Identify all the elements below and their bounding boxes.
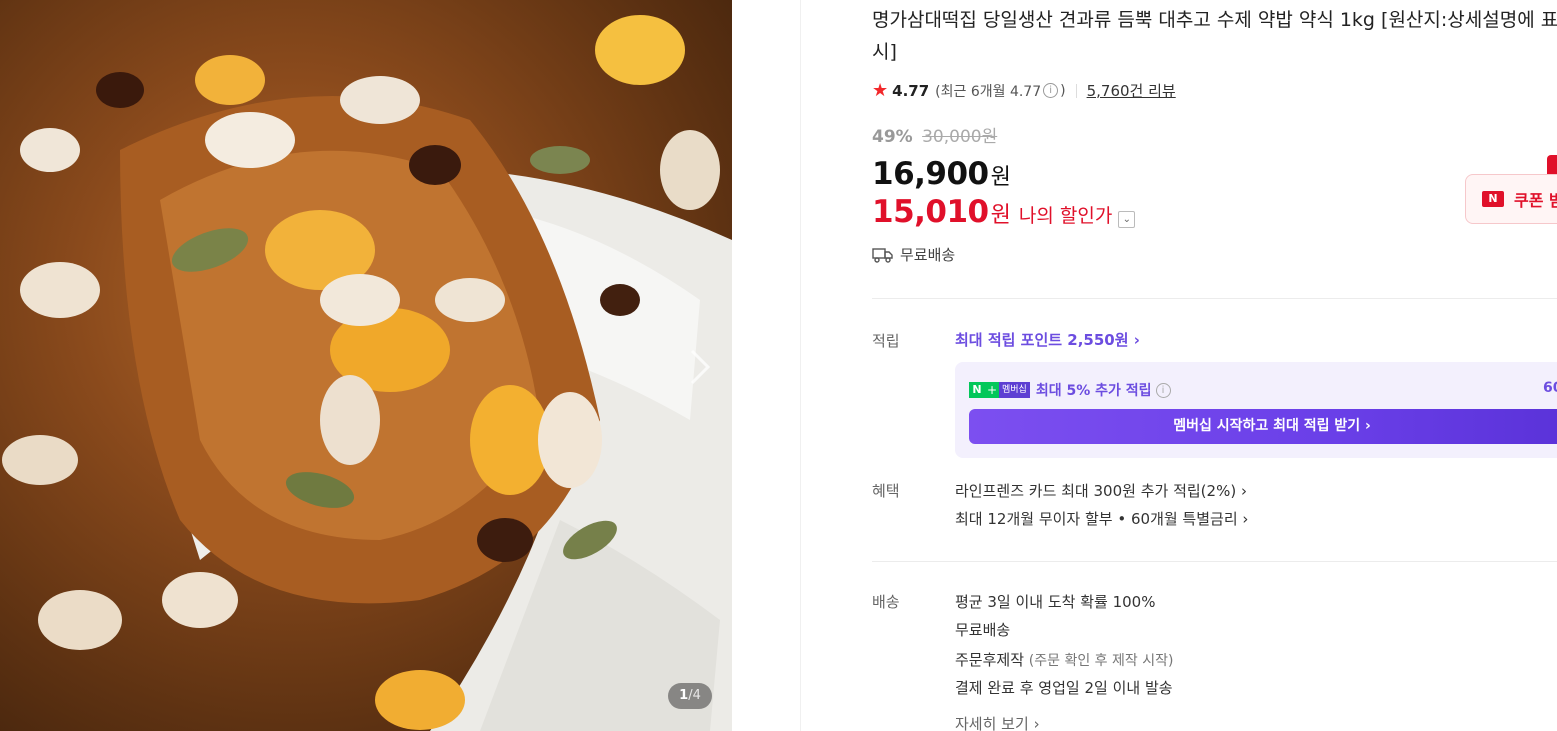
recent-rating: (최근 6개월 4.77 xyxy=(935,83,1042,100)
image-counter-separator: / xyxy=(688,688,693,703)
product-title: 명가삼대떡집 당일생산 견과류 듬뿍 대추고 수제 약밥 약식 1kg [원산지… xyxy=(872,9,1557,63)
product-image-gallery[interactable]: 1/4 xyxy=(0,0,732,731)
product-photo xyxy=(2,15,732,731)
max-points-text: 최대 적립 포인트 2,550원 xyxy=(955,331,1129,349)
chevron-right-icon xyxy=(690,349,711,385)
reviews-link[interactable]: 5,760건 리뷰 xyxy=(1087,80,1176,101)
benefit-card-link[interactable]: 라인프렌즈 카드 최대 300원 추가 적립(2%) › xyxy=(955,480,1247,501)
chevron-right-icon: › xyxy=(1133,331,1140,349)
original-price-row: 49% 30,000원 xyxy=(872,122,997,147)
rating-divider xyxy=(1075,83,1077,98)
delivery-probability: 평균 3일 이내 도착 확률 100% xyxy=(955,593,1156,611)
sale-price-row: 16,900원 xyxy=(872,156,1011,192)
chevron-right-icon: › xyxy=(1033,715,1040,731)
chevron-down-icon[interactable]: ⌄ xyxy=(1118,211,1136,228)
points-section-label: 적립 xyxy=(872,332,900,350)
chevron-right-icon: › xyxy=(1242,510,1249,528)
sale-price-unit: 원 xyxy=(990,165,1011,190)
membership-header: N + 멤버십 최대 5% 추가 적립 i xyxy=(969,380,1173,400)
truck-icon xyxy=(872,247,893,263)
delivery-dispatch: 결제 완료 후 영업일 2일 이내 발송 xyxy=(955,679,1173,697)
made-to-order-text: 주문후제작 xyxy=(955,651,1025,669)
coupon-button[interactable]: N 쿠폰 받 xyxy=(1465,174,1557,224)
membership-box: N+멤버십 최대 5% 추가 적립 i 60 멤버십 시작하고 최대 적립 받기… xyxy=(955,362,1557,458)
max-points-link[interactable]: 최대 적립 포인트 2,550원 › xyxy=(955,329,1140,350)
naver-n-icon: N xyxy=(1482,191,1504,207)
badge-n: N xyxy=(969,382,985,398)
discount-percent: 49% xyxy=(872,127,913,147)
benefit-installment-text: 최대 12개월 무이자 할부 • 60개월 특별금리 xyxy=(955,510,1238,528)
shipping-text: 무료배송 xyxy=(900,246,956,264)
info-icon[interactable]: i xyxy=(1043,83,1059,98)
info-icon[interactable]: i xyxy=(1155,382,1171,398)
membership-button-label: 멤버십 시작하고 최대 적립 받기 xyxy=(1173,418,1361,434)
image-counter-current: 1 xyxy=(679,688,689,703)
delivery-made-to-order: 주문후제작 (주문 확인 후 제작 시작) xyxy=(955,649,1173,670)
my-price-row: 15,010 원 나의 할인가 ⌄ xyxy=(872,194,1136,230)
sale-price: 16,900 xyxy=(872,156,989,192)
membership-start-button[interactable]: 멤버십 시작하고 최대 적립 받기 › xyxy=(969,409,1557,444)
rating-row: ★ 4.77 (최근 6개월 4.77 i ) 5,760건 리뷰 xyxy=(872,80,1176,101)
divider xyxy=(872,298,1557,299)
my-price-unit: 원 xyxy=(990,203,1011,228)
membership-text: 최대 5% 추가 적립 xyxy=(1035,383,1152,399)
details-link-text: 자세히 보기 xyxy=(955,715,1029,731)
image-counter-total: 4 xyxy=(692,688,701,703)
delivery-free: 무료배송 xyxy=(955,621,1011,639)
badge-text: 멤버십 xyxy=(999,382,1030,398)
image-counter: 1/4 xyxy=(668,683,712,709)
benefit-card-text: 라인프렌즈 카드 최대 300원 추가 적립(2%) xyxy=(955,482,1237,500)
next-image-arrow[interactable] xyxy=(682,345,718,389)
benefits-section-label: 혜택 xyxy=(872,482,900,500)
badge-plus: + xyxy=(985,382,999,398)
details-link[interactable]: 자세히 보기 › xyxy=(955,713,1040,731)
original-price: 30,000원 xyxy=(922,127,998,147)
star-icon: ★ xyxy=(872,80,889,101)
delivery-section-label: 배송 xyxy=(872,593,900,611)
my-price-label: 나의 할인가 xyxy=(1018,205,1113,227)
coupon-label: 쿠폰 받 xyxy=(1514,191,1557,210)
made-to-order-note: (주문 확인 후 제작 시작) xyxy=(1028,653,1174,669)
chevron-right-icon: › xyxy=(1365,418,1371,434)
recent-rating-close: ) xyxy=(1060,82,1066,99)
rating-value: 4.77 xyxy=(892,81,930,100)
naver-plus-membership-badge: N + 멤버십 xyxy=(969,382,1030,398)
my-price: 15,010 xyxy=(872,194,989,230)
membership-right-value: 60 xyxy=(1543,380,1557,396)
panel-divider xyxy=(800,0,801,731)
shipping-row: 무료배송 xyxy=(872,244,955,265)
benefit-installment-link[interactable]: 최대 12개월 무이자 할부 • 60개월 특별금리 › xyxy=(955,508,1248,529)
divider xyxy=(872,561,1557,562)
chevron-right-icon: › xyxy=(1240,482,1247,500)
